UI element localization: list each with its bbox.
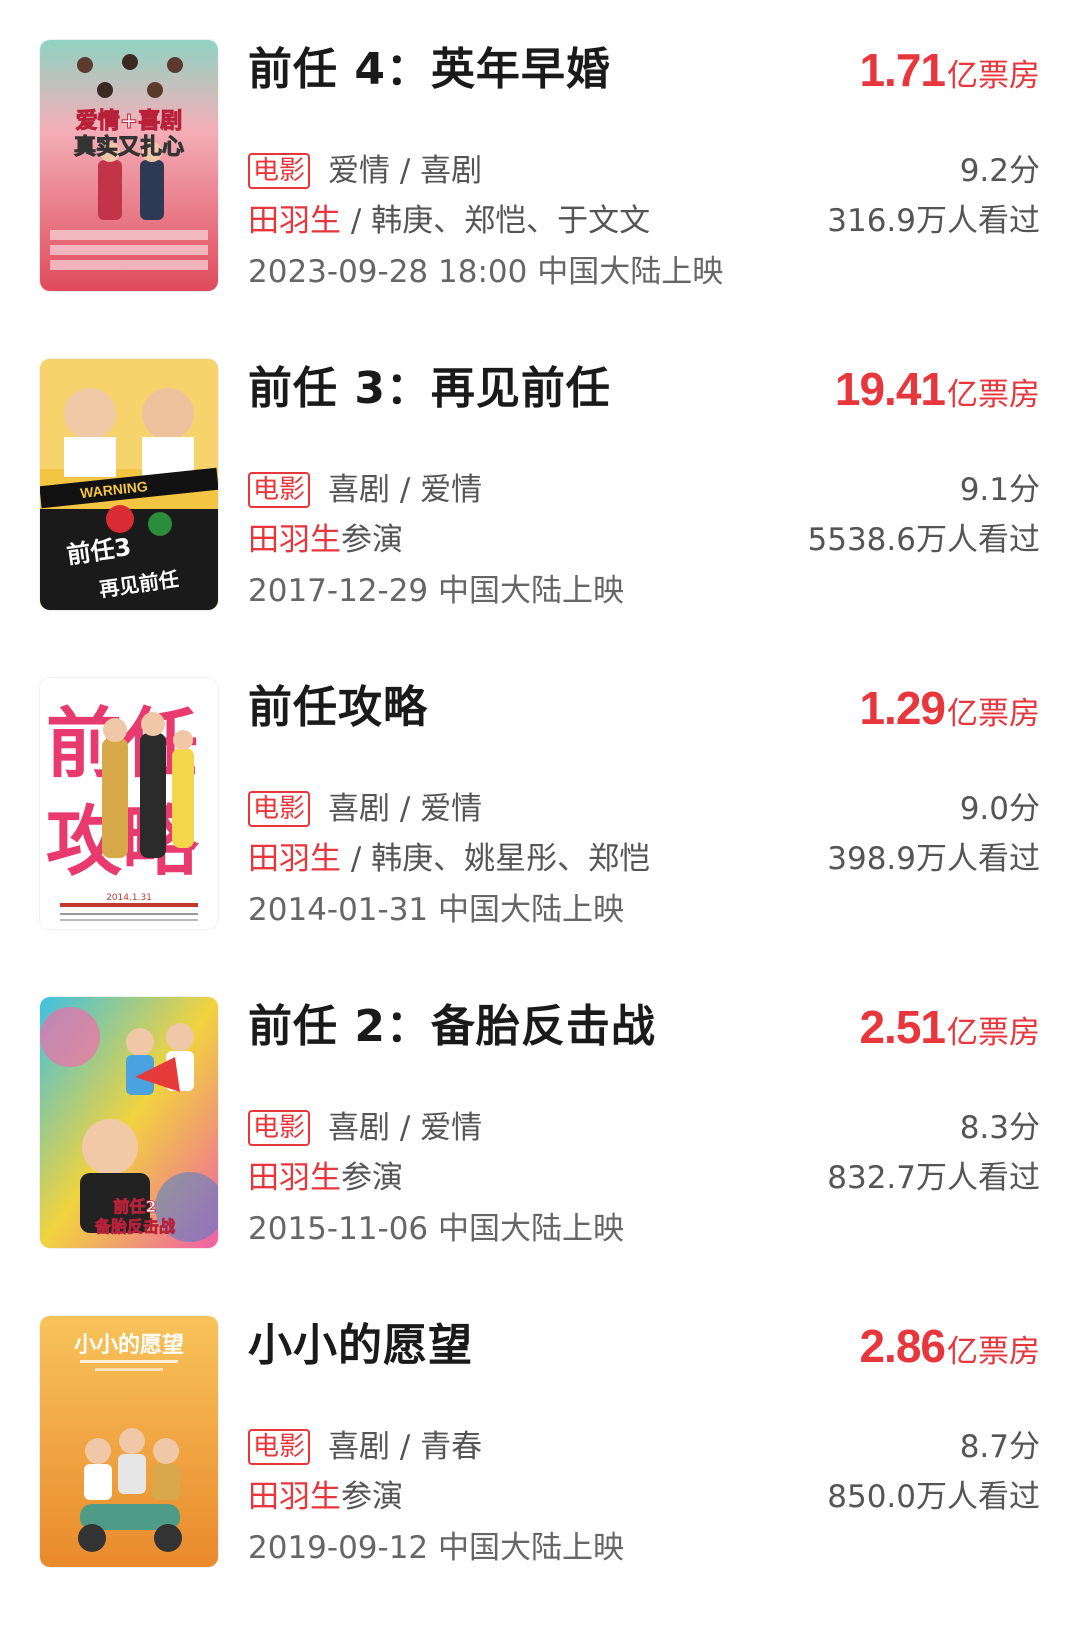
cast-text: 参演 — [341, 522, 403, 558]
movie-poster[interactable]: 小小的愿望 — [40, 1316, 218, 1567]
movie-title[interactable]: 前任 3：再见前任 — [248, 357, 611, 421]
movie-title[interactable]: 前任 4：英年早婚 — [248, 38, 611, 102]
type-badge: 电影 — [248, 1429, 311, 1465]
viewer-count: 398.9万人看过 — [827, 841, 1040, 877]
box-office: 19.41 亿票房 — [835, 357, 1040, 421]
movie-item[interactable]: 小小的愿望 小小的愿望 2.86 亿票房 电影 喜剧 / 青春 田羽生参演 20… — [0, 1276, 1080, 1606]
director-name[interactable]: 田羽生 — [248, 1479, 341, 1515]
cast-text: 参演 — [341, 1160, 403, 1196]
box-office-unit: 亿票房 — [947, 58, 1040, 94]
genre-row: 电影 喜剧 / 爱情 — [248, 786, 482, 832]
movie-score: 9.2分 — [959, 153, 1040, 189]
movie-item[interactable]: WARNING 前任3 再见前任 前任 3：再见前任 19.41 亿票房 电影喜… — [0, 319, 1080, 649]
movie-title[interactable]: 前任 2：备胎反击战 — [248, 995, 656, 1059]
release-date: 2015-11-06 中国大陆上映 — [248, 1211, 625, 1247]
genre-row: 电影 喜剧 / 爱情 — [248, 467, 482, 513]
type-badge: 电影 — [248, 791, 311, 827]
movie-list: 爱情+喜剧 真实又扎心 前任 4：英年早婚 1.71 亿票房 电影 爱情 / 喜剧… — [0, 0, 1080, 1636]
type-badge: 电影 — [248, 472, 311, 508]
type-badge: 电影 — [248, 1110, 311, 1146]
box-office-unit: 亿票房 — [947, 1334, 1040, 1370]
viewer-count: 832.7万人看过 — [827, 1160, 1040, 1196]
poster-image: 前任2 备胎反击战 — [40, 997, 218, 1248]
svg-text:2014.1.31: 2014.1.31 — [106, 893, 152, 903]
director-name[interactable]: 田羽生 — [248, 1160, 341, 1196]
cast-text: / 韩庚、姚星彤、郑恺 — [341, 841, 651, 877]
box-office-value: 1.71 — [859, 44, 946, 96]
viewer-count: 316.9万人看过 — [827, 203, 1040, 239]
release-date: 2017-12-29 中国大陆上映 — [248, 573, 625, 609]
release-date: 2023-09-28 18:00 中国大陆上映 — [248, 254, 724, 290]
movie-title[interactable]: 前任攻略 — [248, 676, 428, 740]
type-badge: 电影 — [248, 153, 311, 189]
box-office-value: 1.29 — [859, 682, 946, 734]
cast-row: 田羽生 / 韩庚、姚星彤、郑恺 — [248, 836, 650, 882]
genre-row: 电影 喜剧 / 爱情 — [248, 1105, 482, 1151]
box-office: 1.71 亿票房 — [859, 38, 1040, 102]
box-office-value: 19.41 — [834, 363, 946, 415]
genre-text: 喜剧 / 青春 — [328, 1429, 483, 1465]
movie-poster[interactable]: 前任2 备胎反击战 — [40, 997, 218, 1248]
box-office-value: 2.51 — [859, 1001, 946, 1053]
movie-poster[interactable]: 前任 攻略 2014.1.31 — [40, 678, 218, 929]
genre-text: 喜剧 / 爱情 — [328, 791, 483, 827]
viewer-count: 850.0万人看过 — [827, 1479, 1040, 1515]
poster-image: WARNING 前任3 再见前任 — [40, 359, 218, 610]
svg-text:小小的愿望: 小小的愿望 — [74, 1332, 184, 1358]
genre-text: 喜剧 / 爱情 — [328, 472, 483, 508]
cast-row: 田羽生参演 — [248, 1474, 403, 1520]
movie-item[interactable]: 爱情+喜剧 真实又扎心 前任 4：英年早婚 1.71 亿票房 电影 爱情 / 喜剧… — [0, 0, 1080, 330]
movie-score: 8.7分 — [959, 1429, 1040, 1465]
director-name[interactable]: 田羽生 — [248, 203, 341, 239]
svg-text:真实又扎心: 真实又扎心 — [74, 134, 184, 160]
svg-text:爱情+喜剧: 爱情+喜剧 — [76, 108, 182, 134]
cast-text: 参演 — [341, 1479, 403, 1515]
movie-score: 8.3分 — [959, 1110, 1040, 1146]
box-office-unit: 亿票房 — [947, 377, 1040, 413]
genre-text: 喜剧 / 爱情 — [328, 1110, 483, 1146]
movie-score: 9.0分 — [959, 791, 1040, 827]
box-office: 2.51 亿票房 — [859, 995, 1040, 1059]
poster-image: 前任 攻略 2014.1.31 — [40, 678, 218, 929]
genre-row: 电影 喜剧 / 青春 — [248, 1424, 482, 1470]
box-office-unit: 亿票房 — [947, 696, 1040, 732]
movie-poster[interactable]: 爱情+喜剧 真实又扎心 — [40, 40, 218, 291]
director-name[interactable]: 田羽生 — [248, 522, 341, 558]
box-office: 2.86 亿票房 — [859, 1314, 1040, 1378]
box-office-unit: 亿票房 — [947, 1015, 1040, 1051]
cast-row: 田羽生参演 — [248, 1155, 403, 1201]
cast-row: 田羽生 / 韩庚、郑恺、于文文 — [248, 198, 650, 244]
viewer-count: 5538.6万人看过 — [807, 522, 1040, 558]
genre-text: 爱情 / 喜剧 — [328, 153, 483, 189]
movie-score: 9.1分 — [959, 472, 1040, 508]
poster-image: 小小的愿望 — [40, 1316, 218, 1567]
movie-poster[interactable]: WARNING 前任3 再见前任 — [40, 359, 218, 610]
movie-item[interactable]: 前任2 备胎反击战 前任 2：备胎反击战 2.51 亿票房 电影 喜剧 / 爱情 … — [0, 957, 1080, 1287]
director-name[interactable]: 田羽生 — [248, 841, 341, 877]
release-date: 2019-09-12 中国大陆上映 — [248, 1530, 625, 1566]
box-office-value: 2.86 — [859, 1320, 946, 1372]
movie-title[interactable]: 小小的愿望 — [248, 1314, 473, 1378]
release-date: 2014-01-31 中国大陆上映 — [248, 892, 625, 928]
svg-text:前任2: 前任2 — [113, 1197, 156, 1216]
genre-row: 电影 爱情 / 喜剧 — [248, 148, 482, 194]
box-office: 1.29 亿票房 — [859, 676, 1040, 740]
movie-item[interactable]: 前任 攻略 2014.1.31 前任攻略 1.29 亿票房 电影喜剧 / 爱情 — [0, 638, 1080, 968]
svg-text:备胎反击战: 备胎反击战 — [94, 1217, 175, 1236]
cast-text: / 韩庚、郑恺、于文文 — [341, 203, 651, 239]
poster-image: 爱情+喜剧 真实又扎心 — [40, 40, 218, 291]
cast-row: 田羽生参演 — [248, 517, 403, 563]
